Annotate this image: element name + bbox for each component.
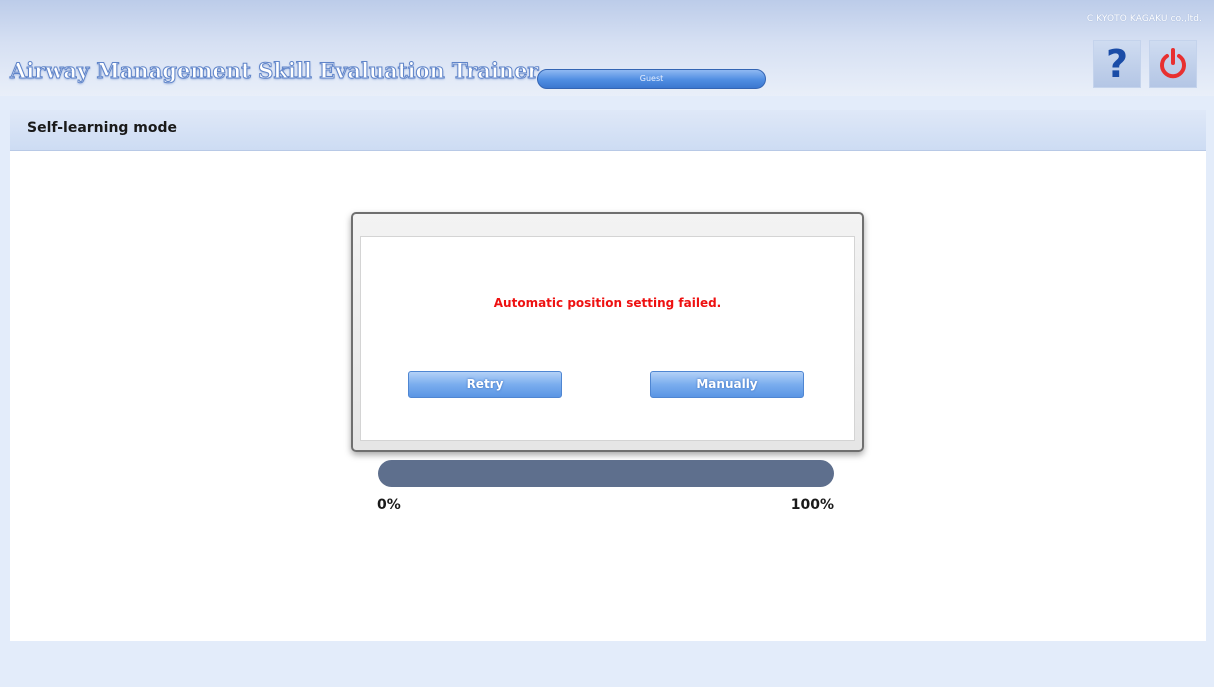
- progress-min-label: 0%: [377, 497, 401, 513]
- user-indicator: Guest: [537, 69, 766, 89]
- app-title: Airway Management Skill Evaluation Train…: [10, 58, 539, 84]
- manually-button[interactable]: Manually: [650, 371, 804, 398]
- power-button[interactable]: [1149, 40, 1197, 88]
- progress-max-label: 100%: [790, 497, 834, 513]
- progress-bar: [378, 460, 834, 487]
- dialog-body: Automatic position setting failed. Retry…: [360, 236, 855, 441]
- error-message: Automatic position setting failed.: [493, 296, 722, 310]
- mode-bar: Self-learning mode: [10, 110, 1206, 151]
- position-dialog: Automatic position setting failed. Retry…: [351, 212, 864, 452]
- mode-title: Self-learning mode: [27, 120, 178, 136]
- help-button[interactable]: ?: [1093, 40, 1141, 88]
- retry-button[interactable]: Retry: [408, 371, 562, 398]
- app-header: C KYOTO KAGAKU co.,ltd. Airway Managemen…: [0, 0, 1214, 96]
- question-mark-icon: ?: [1105, 42, 1129, 86]
- power-icon: [1160, 48, 1186, 79]
- copyright-text: C KYOTO KAGAKU co.,ltd.: [1086, 14, 1202, 24]
